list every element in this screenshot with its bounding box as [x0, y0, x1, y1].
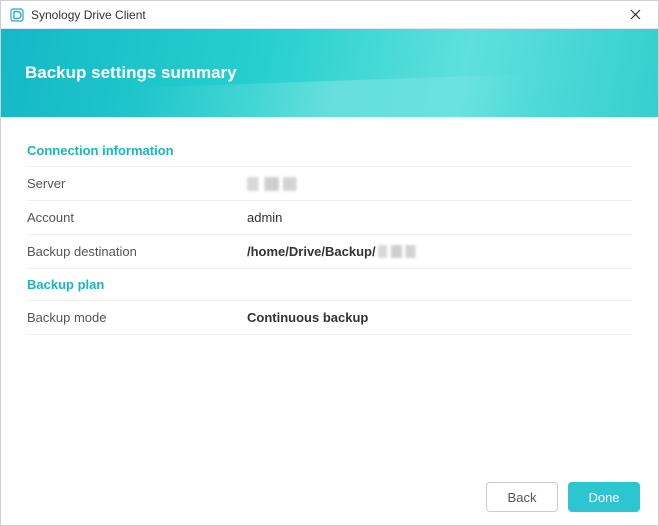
row-backup-mode: Backup mode Continuous backup	[27, 301, 632, 335]
done-button[interactable]: Done	[568, 482, 640, 512]
app-icon	[9, 7, 25, 23]
label-server: Server	[27, 176, 247, 191]
value-server	[247, 177, 305, 191]
content: Connection information Server Account ad…	[1, 117, 658, 335]
label-backup-destination: Backup destination	[27, 244, 247, 259]
value-account: admin	[247, 210, 282, 225]
row-server: Server	[27, 167, 632, 201]
row-account: Account admin	[27, 201, 632, 235]
back-button[interactable]: Back	[486, 482, 558, 512]
label-backup-mode: Backup mode	[27, 310, 247, 325]
row-backup-destination: Backup destination /home/Drive/Backup/	[27, 235, 632, 269]
page-title: Backup settings summary	[25, 63, 237, 83]
value-backup-mode: Continuous backup	[247, 310, 368, 325]
dest-path-prefix: /home/Drive/Backup/	[247, 244, 376, 259]
titlebar: Synology Drive Client	[1, 1, 658, 29]
close-button[interactable]	[620, 3, 650, 27]
redacted-dest-suffix	[378, 245, 422, 258]
banner: Backup settings summary	[1, 29, 658, 117]
footer: Back Done	[1, 469, 658, 525]
section-header-plan: Backup plan	[27, 269, 632, 301]
value-backup-destination: /home/Drive/Backup/	[247, 244, 422, 259]
redacted-server	[247, 177, 305, 191]
window-title: Synology Drive Client	[31, 8, 620, 22]
label-account: Account	[27, 210, 247, 225]
section-header-connection: Connection information	[27, 135, 632, 167]
